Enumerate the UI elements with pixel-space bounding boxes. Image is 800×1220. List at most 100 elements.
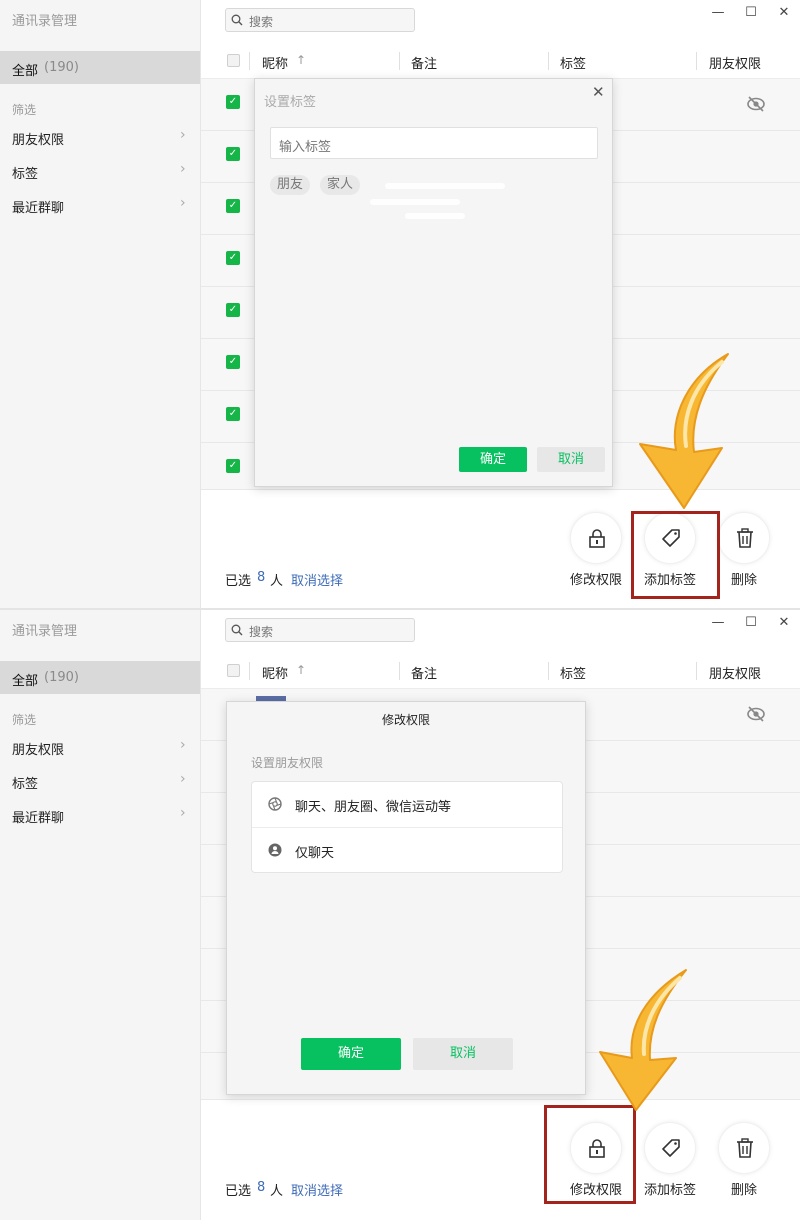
sidebar: 通讯录管理 全部 (190) 筛选 朋友权限 › 标签 › 最近群聊 › xyxy=(0,0,201,610)
selected-unit: 人 xyxy=(270,1184,284,1199)
sidebar-item-label: 标签 xyxy=(12,167,39,182)
sidebar-item-friend-permission[interactable]: 朋友权限 › xyxy=(0,123,200,151)
cancel-button[interactable]: 取消 xyxy=(413,1038,513,1070)
search-placeholder: 搜索 xyxy=(249,15,274,29)
modify-permission-button[interactable]: 修改权限 xyxy=(556,512,636,592)
minimize-button[interactable]: — xyxy=(708,614,728,632)
selected-label: 已选 xyxy=(225,1184,252,1199)
column-nickname[interactable]: 昵称 xyxy=(262,663,288,682)
table-header: 昵称 ↑ 备注 标签 朋友权限 xyxy=(201,654,800,689)
permission-option-label: 仅聊天 xyxy=(295,846,335,861)
tag-input[interactable]: 输入标签 xyxy=(270,127,598,159)
row-checkbox[interactable]: ✓ xyxy=(226,355,240,369)
cancel-selection-link[interactable]: 取消选择 xyxy=(291,570,343,589)
column-nickname[interactable]: 昵称 xyxy=(262,53,288,72)
sidebar-item-friend-permission[interactable]: 朋友权限 › xyxy=(0,733,200,761)
cancel-selection-link[interactable]: 取消选择 xyxy=(291,1180,343,1199)
chevron-right-icon: › xyxy=(180,161,186,177)
row-checkbox[interactable]: ✓ xyxy=(226,95,240,109)
column-tags[interactable]: 标签 xyxy=(560,663,586,682)
row-checkbox[interactable]: ✓ xyxy=(226,147,240,161)
column-friend-permission[interactable]: 朋友权限 xyxy=(709,663,761,682)
shutter-icon xyxy=(268,797,282,811)
selection-footer: 已选 8 人 取消选择 修改权限 添加标签 删除 xyxy=(201,1099,800,1220)
filter-heading: 筛选 xyxy=(12,103,37,117)
tag-chip[interactable]: 朋友 xyxy=(270,175,311,195)
row-checkbox[interactable]: ✓ xyxy=(226,459,240,473)
sidebar-item-tags[interactable]: 标签 › xyxy=(0,767,200,795)
selected-label: 已选 xyxy=(225,574,252,589)
select-all-checkbox[interactable] xyxy=(227,54,240,67)
close-icon[interactable]: ✕ xyxy=(592,83,605,101)
eye-hidden-icon xyxy=(747,96,765,112)
cancel-button[interactable]: 取消 xyxy=(537,447,605,472)
selected-count: 8 xyxy=(257,570,266,585)
action-label: 删除 xyxy=(730,1183,757,1198)
selected-count: 8 xyxy=(257,1180,266,1195)
select-all-checkbox[interactable] xyxy=(227,664,240,677)
tag-chip[interactable]: 家人 xyxy=(320,175,361,195)
action-label: 修改权限 xyxy=(569,573,622,588)
confirm-button[interactable]: 确定 xyxy=(459,447,527,472)
column-remark[interactable]: 备注 xyxy=(411,663,437,682)
minimize-button[interactable]: — xyxy=(708,4,728,22)
chevron-right-icon: › xyxy=(180,127,186,143)
sidebar-item-label: 最近群聊 xyxy=(12,811,65,826)
pointer-arrow-icon xyxy=(639,353,729,509)
column-divider xyxy=(548,662,549,680)
search-input[interactable]: 搜索 xyxy=(225,8,415,32)
chevron-right-icon: › xyxy=(180,805,186,821)
row-checkbox[interactable]: ✓ xyxy=(226,251,240,265)
action-circle xyxy=(718,1122,770,1174)
permission-option-label: 聊天、朋友圈、微信运动等 xyxy=(295,800,452,815)
blurred-tag xyxy=(370,199,460,205)
sort-arrow-icon: ↑ xyxy=(296,663,307,677)
modify-permission-dialog: 修改权限 设置朋友权限 聊天、朋友圈、微信运动等 仅聊天 确定 取消 xyxy=(226,701,586,1095)
sidebar-item-tags[interactable]: 标签 › xyxy=(0,157,200,185)
column-remark[interactable]: 备注 xyxy=(411,53,437,72)
trash-icon xyxy=(737,1138,753,1158)
maximize-button[interactable]: ☐ xyxy=(741,614,761,632)
action-circle xyxy=(570,512,622,564)
dialog-title: 修改权限 xyxy=(381,713,430,727)
permission-option-chat-only[interactable]: 仅聊天 xyxy=(252,828,562,874)
close-button[interactable]: ✕ xyxy=(774,4,794,22)
blurred-tag xyxy=(405,213,465,219)
column-divider xyxy=(399,662,400,680)
delete-button[interactable]: 删除 xyxy=(704,1122,784,1202)
sidebar-item-all[interactable]: 全部 (190) xyxy=(0,51,200,84)
filter-heading: 筛选 xyxy=(12,713,37,727)
tag-icon xyxy=(662,1139,680,1157)
sidebar-item-label: 全部 xyxy=(12,64,39,79)
sidebar-item-label: 最近群聊 xyxy=(12,201,65,216)
search-input[interactable]: 搜索 xyxy=(225,618,415,642)
row-checkbox[interactable]: ✓ xyxy=(226,303,240,317)
column-divider xyxy=(696,52,697,70)
column-divider xyxy=(399,52,400,70)
dialog-title: 设置标签 xyxy=(264,95,317,110)
permission-option-full[interactable]: 聊天、朋友圈、微信运动等 xyxy=(252,782,562,828)
table-header: 昵称 ↑ 备注 标签 朋友权限 xyxy=(201,44,800,79)
person-icon xyxy=(268,843,282,857)
action-label: 添加标签 xyxy=(643,1183,696,1198)
sidebar-item-all[interactable]: 全部 (190) xyxy=(0,661,200,694)
sidebar-item-recent-groups[interactable]: 最近群聊 › xyxy=(0,801,200,829)
screenshot-panel-add-tag: 通讯录管理 全部 (190) 筛选 朋友权限 › 标签 › 最近群聊 › 搜索 … xyxy=(0,0,800,610)
column-divider xyxy=(249,52,250,70)
sidebar: 通讯录管理 全部 (190) 筛选 朋友权限 › 标签 › 最近群聊 › xyxy=(0,610,201,1220)
sidebar-item-label: 全部 xyxy=(12,674,39,689)
maximize-button[interactable]: ☐ xyxy=(741,4,761,22)
sidebar-item-count: (190) xyxy=(44,670,79,685)
confirm-button[interactable]: 确定 xyxy=(301,1038,401,1070)
sidebar-item-recent-groups[interactable]: 最近群聊 › xyxy=(0,191,200,219)
chevron-right-icon: › xyxy=(180,771,186,787)
column-friend-permission[interactable]: 朋友权限 xyxy=(709,53,761,72)
row-checkbox[interactable]: ✓ xyxy=(226,407,240,421)
row-checkbox[interactable]: ✓ xyxy=(226,199,240,213)
app-title: 通讯录管理 xyxy=(12,14,78,29)
close-button[interactable]: ✕ xyxy=(774,614,794,632)
action-circle xyxy=(718,512,770,564)
add-tag-button[interactable]: 添加标签 xyxy=(630,1122,710,1202)
column-tags[interactable]: 标签 xyxy=(560,53,586,72)
screenshot-panel-modify-permission: 通讯录管理 全部 (190) 筛选 朋友权限 › 标签 › 最近群聊 › 搜索 … xyxy=(0,610,800,1220)
